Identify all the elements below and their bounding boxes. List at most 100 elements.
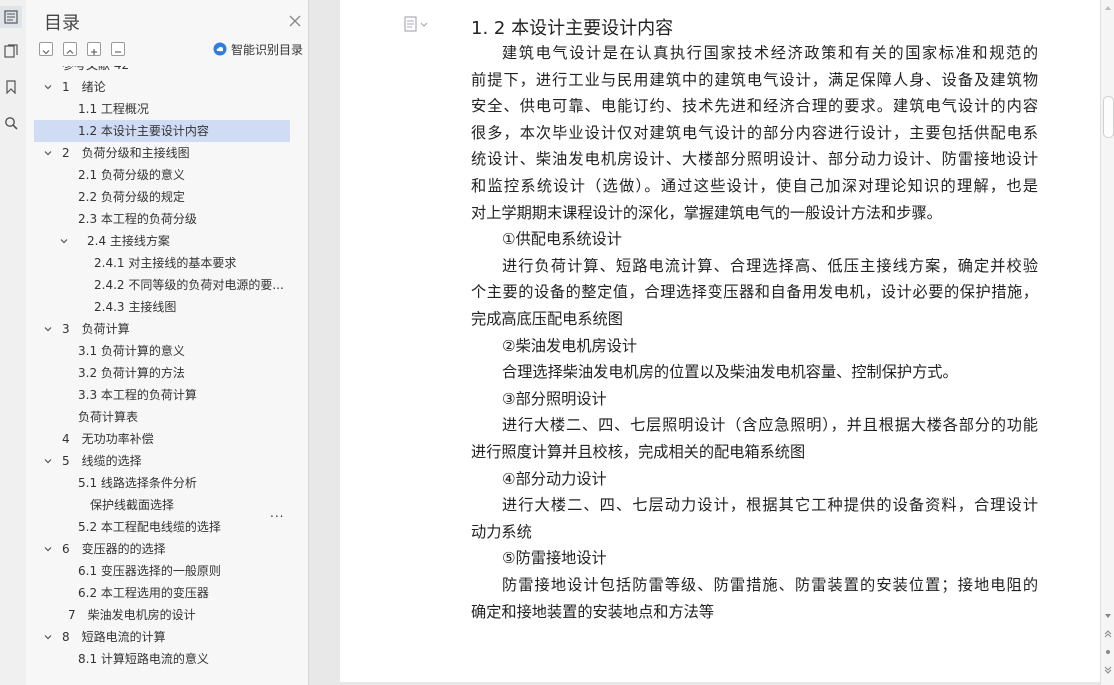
body-line: ②柴油发电机房设计 [502,336,638,355]
chevron-down-icon[interactable] [42,318,54,340]
close-icon[interactable] [288,13,302,27]
body-line: 合理选择柴油发电机房的位置以及柴油发电机容量、控制保护方式。 [502,363,958,382]
body-line: ⑤防雷接地设计 [502,549,607,568]
toc-item[interactable]: 3.1 负荷计算的意义 [34,340,290,362]
body-line: 建筑电气设计是在认真执行国家技术经济政策和有关的国家标准和规范的 [502,44,1038,62]
document-scrollbar[interactable] [1100,0,1114,685]
toc-item[interactable]: 负荷计算表 [34,406,290,428]
toc-list: 参考文献 42 1 绪论 1.1 工程概况 1.2 本设计主要设计内容 2 负荷分级和主… [34,66,290,685]
next-page-icon[interactable] [1104,666,1112,674]
paragraph-menu-icon[interactable] [404,16,432,32]
chevron-down-icon[interactable] [42,538,54,560]
toc-item[interactable]: 2.1 负荷分级的意义 [34,164,290,186]
left-rail [0,0,27,685]
page-jump-icon[interactable] [1104,648,1112,656]
toc-item-label: 8 短路电流的计算 [62,630,166,644]
collapse-all-icon[interactable] [63,42,77,56]
toc-item-label: 2.3 本工程的负荷分级 [78,212,197,226]
toc-item-label: 3.2 负荷计算的方法 [78,366,185,380]
toc-item[interactable]: 6.1 变压器选择的一般原则 [34,560,290,582]
document-page[interactable]: 1. 2 本设计主要设计内容 建筑电气设计是在认真执行国家技术经济政策和有关的国… [340,0,1100,682]
toc-item[interactable]: 3 负荷计算 [34,318,290,340]
scroll-up-icon[interactable] [1104,4,1112,12]
toc-icon[interactable] [0,6,22,28]
remove-heading-icon[interactable] [111,42,125,56]
toc-item[interactable]: 2.4.2 不同等级的负荷对电源的要... [34,274,290,296]
toc-item-label: 6.1 变压器选择的一般原则 [78,564,221,578]
toc-item-label: 7 柴油发电机房的设计 [68,608,196,622]
toc-item[interactable]: 8.1 计算短路电流的意义 [34,648,290,670]
scrollbar-thumb[interactable] [1103,96,1114,138]
body-line: 进行大楼二、四、七层动力设计，根据其它工种提供的设备资料，合理设计 [502,496,1038,515]
add-heading-icon[interactable] [87,42,101,56]
toc-item[interactable]: 3.2 负荷计算的方法 [34,362,290,384]
chevron-down-icon[interactable] [42,626,54,648]
toc-item[interactable]: 1 绪论 [34,76,290,98]
toc-item[interactable]: 参考文献 42 [34,66,290,76]
toc-item[interactable]: 1.2 本设计主要设计内容 [34,120,290,142]
toc-item[interactable]: 保护线截面选择 [34,494,290,516]
search-icon[interactable] [0,112,22,134]
body-line: 前提下，进行工业与民用建筑中的建筑电气设计，满足保障人身、设备及建筑物 [471,70,1038,89]
toc-item[interactable]: 3.3 本工程的负荷计算 [34,384,290,406]
toc-item[interactable]: 2.4 主接线方案 [34,230,290,252]
toc-item-label: 3 负荷计算 [62,322,130,336]
chevron-down-icon[interactable] [58,230,70,252]
more-options-button[interactable]: ... [270,506,284,520]
body-line: ①供配电系统设计 [502,230,622,249]
prev-page-icon[interactable] [1104,630,1112,638]
toc-item-label: 1.1 工程概况 [78,102,149,116]
toc-item[interactable]: 4 无功功率补偿 [34,428,290,450]
panel-title: 目录 [44,13,80,34]
toc-item[interactable]: 5 线缆的选择 [34,450,290,472]
body-line: 完成高底压配电系统图 [471,310,623,328]
bookmark-icon[interactable] [0,76,22,98]
toc-item-label: 1.2 本设计主要设计内容 [78,124,209,138]
toc-item-label: 2.2 负荷分级的规定 [78,190,185,204]
smart-toc-button[interactable]: 智能识别目录 [213,41,303,57]
toc-item-label: 4 无功功率补偿 [62,432,154,446]
body-line: 个主要的设备的整定值，合理选择变压器和自备用发电机，设计必要的保护措施， [471,283,1038,302]
body-line: 进行照度计算并且校核，完成相关的配电箱系统图 [471,443,806,461]
toc-item[interactable]: 2 负荷分级和主接线图 [34,142,290,164]
toc-item-label: 2 负荷分级和主接线图 [62,146,190,160]
toc-item[interactable]: 1.1 工程概况 [34,98,290,120]
toc-item[interactable]: 8 短路电流的计算 [34,626,290,648]
toc-item-label: 2.4.3 主接线图 [94,300,177,314]
body-line: 进行大楼二、四、七层照明设计（含应急照明），并且根据大楼各部分的功能 [502,416,1038,435]
toc-item-label: 参考文献 42 [62,66,129,76]
toc-item-label: 3.3 本工程的负荷计算 [78,388,197,402]
body-line: 防雷接地设计包括防雷等级、防雷措施、防雷装置的安装位置；接地电阻的 [502,576,1038,594]
section-heading: 1. 2 本设计主要设计内容 [471,18,674,39]
toc-item[interactable]: 2.4.3 主接线图 [34,296,290,318]
body-line: 安全、供电可靠、电能订约、技术先进和经济合理的要求。建筑电气设计的内容 [471,97,1038,116]
expand-all-icon[interactable] [39,42,53,56]
cloud-icon [213,42,227,56]
toc-item-label: 2.4.2 不同等级的负荷对电源的要... [94,278,284,292]
outline-panel: 目录 智能识别目录 参考文献 42 1 绪论 1.1 工程概况 1.2 本设计主要设计… [26,0,322,685]
toc-item[interactable]: 6.2 本工程选用的变压器 [34,582,290,604]
chevron-down-icon[interactable] [42,450,54,472]
toc-item[interactable]: 5.2 本工程配电线缆的选择 [34,516,290,538]
body-line: ④部分动力设计 [502,469,607,488]
toc-item[interactable]: 2.4.1 对主接线的基本要求 [34,252,290,274]
toc-item[interactable]: 2.2 负荷分级的规定 [34,186,290,208]
document-area: 1. 2 本设计主要设计内容 建筑电气设计是在认真执行国家技术经济政策和有关的国… [309,0,1100,685]
toc-item-label: 5.1 线路选择条件分析 [78,476,197,490]
chevron-down-icon[interactable] [42,76,54,98]
chevron-down-icon[interactable] [42,142,54,164]
body-line: ③部分照明设计 [502,389,607,408]
toc-item-label: 6 变压器的的选择 [62,542,166,556]
toc-item-label: 3.1 负荷计算的意义 [78,344,185,358]
toc-item[interactable]: 2.3 本工程的负荷分级 [34,208,290,230]
toc-item-label: 2.4 主接线方案 [87,234,170,248]
bookmark-list-icon[interactable] [0,40,22,62]
toc-item-label: 1 绪论 [62,80,106,94]
toc-item-label: 2.4.1 对主接线的基本要求 [94,256,237,270]
toc-item[interactable]: 5.1 线路选择条件分析 [34,472,290,494]
toc-item[interactable]: 7 柴油发电机房的设计 [34,604,290,626]
toc-item-label: 2.1 负荷分级的意义 [78,168,185,182]
toc-item-label: 5 线缆的选择 [62,454,142,468]
toc-item[interactable]: 6 变压器的的选择 [34,538,290,560]
scroll-down-icon[interactable] [1104,612,1112,620]
